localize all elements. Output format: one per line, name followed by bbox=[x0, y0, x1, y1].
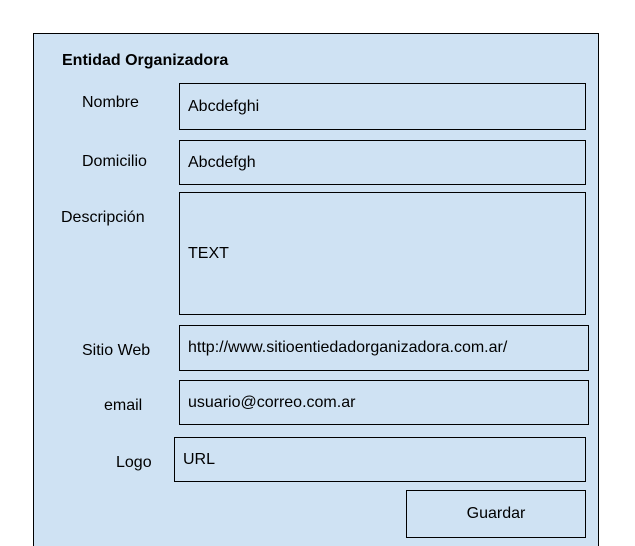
logo-field[interactable]: URL bbox=[174, 437, 586, 482]
sitio-web-label: Sitio Web bbox=[82, 342, 151, 359]
logo-label: Logo bbox=[116, 454, 152, 471]
descripcion-field[interactable]: TEXT bbox=[179, 192, 586, 315]
sitio-web-field[interactable]: http://www.sitioentiedadorganizadora.com… bbox=[179, 325, 589, 371]
descripcion-label: Descripción bbox=[61, 209, 145, 226]
form-title: Entidad Organizadora bbox=[62, 52, 229, 69]
nombre-label: Nombre bbox=[82, 94, 139, 111]
entidad-organizadora-form: Entidad Organizadora Nombre Abcdefghi Do… bbox=[33, 33, 599, 546]
nombre-field[interactable]: Abcdefghi bbox=[179, 83, 586, 130]
domicilio-label: Domicilio bbox=[82, 153, 147, 170]
email-label: email bbox=[104, 397, 143, 414]
save-button[interactable]: Guardar bbox=[406, 490, 586, 538]
domicilio-field[interactable]: Abcdefgh bbox=[179, 140, 586, 185]
email-field[interactable]: usuario@correo.com.ar bbox=[179, 380, 589, 425]
